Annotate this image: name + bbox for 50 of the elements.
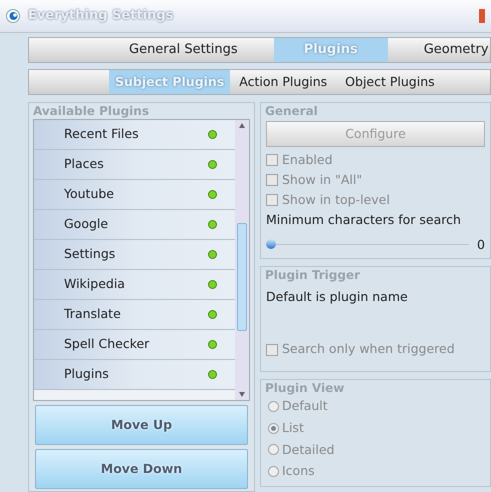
plugin-row[interactable]: Wikipedia	[34, 270, 235, 300]
checkbox-label: Show in top-level	[282, 190, 390, 209]
plugin-row[interactable]: Places	[34, 150, 235, 180]
radio-label: Detailed	[282, 440, 334, 458]
radio-button[interactable]	[268, 400, 279, 412]
plugin-name: Settings	[64, 245, 116, 264]
tab[interactable]: General Settings	[93, 38, 274, 62]
plugin-row[interactable]: Translate	[34, 300, 235, 330]
radio-label: Default	[282, 397, 328, 415]
group-title: Plugin Trigger	[264, 267, 362, 283]
group-title: Available Plugins	[32, 103, 150, 119]
plugin-row[interactable]: Spell Checker	[34, 330, 235, 360]
plugin-name: Places	[64, 155, 105, 174]
slider-thumb[interactable]	[266, 239, 276, 250]
slider-label: Minimum characters for search	[265, 211, 462, 230]
plugin-name: Wikipedia	[64, 275, 126, 294]
plugin-name: Plugins	[64, 365, 110, 384]
plugin-row[interactable]: Google	[34, 210, 235, 240]
group-title: Plugin View	[264, 380, 346, 396]
app-icon	[6, 9, 20, 23]
radio-button[interactable]	[268, 444, 279, 456]
radio-label: List	[282, 418, 304, 437]
tab[interactable]: Geometry	[388, 38, 491, 62]
slider-track[interactable]	[266, 239, 470, 252]
radio-button[interactable]	[268, 422, 279, 434]
plugin-name: Recent Files	[64, 125, 140, 144]
radio-label: Icons	[282, 462, 315, 480]
plugin-name: Youtube	[64, 185, 115, 204]
group-title: General	[264, 103, 319, 119]
plugin-row[interactable]: Settings	[34, 240, 235, 270]
scroll-up-icon[interactable]	[239, 123, 245, 128]
window-title: Everything Settings	[28, 7, 174, 26]
plugin-row[interactable]: Youtube	[34, 180, 235, 210]
trigger-text: Default is plugin name	[265, 288, 409, 306]
scroll-down-icon[interactable]	[239, 392, 245, 397]
checkbox-label: Search only when triggered	[282, 340, 455, 358]
checkbox-label: Enabled	[282, 151, 333, 169]
radio-button[interactable]	[268, 466, 279, 478]
plugin-name: Google	[64, 215, 110, 234]
plugin-name: Translate	[64, 305, 122, 324]
move-button[interactable]: Move Down	[35, 449, 248, 489]
scrollbar-thumb[interactable]	[237, 223, 247, 331]
plugin-name: Spell Checker	[64, 335, 150, 354]
slider-value: 0	[477, 236, 485, 254]
plugin-row[interactable]: Recent Files	[34, 120, 235, 150]
tab[interactable]: Object Plugins	[336, 70, 444, 94]
plugin-row[interactable]: Plugins	[34, 360, 235, 390]
checkbox-label: Show in "All"	[282, 170, 362, 189]
tab[interactable]: Action Plugins	[230, 70, 336, 94]
move-button[interactable]: Move Up	[35, 405, 248, 445]
